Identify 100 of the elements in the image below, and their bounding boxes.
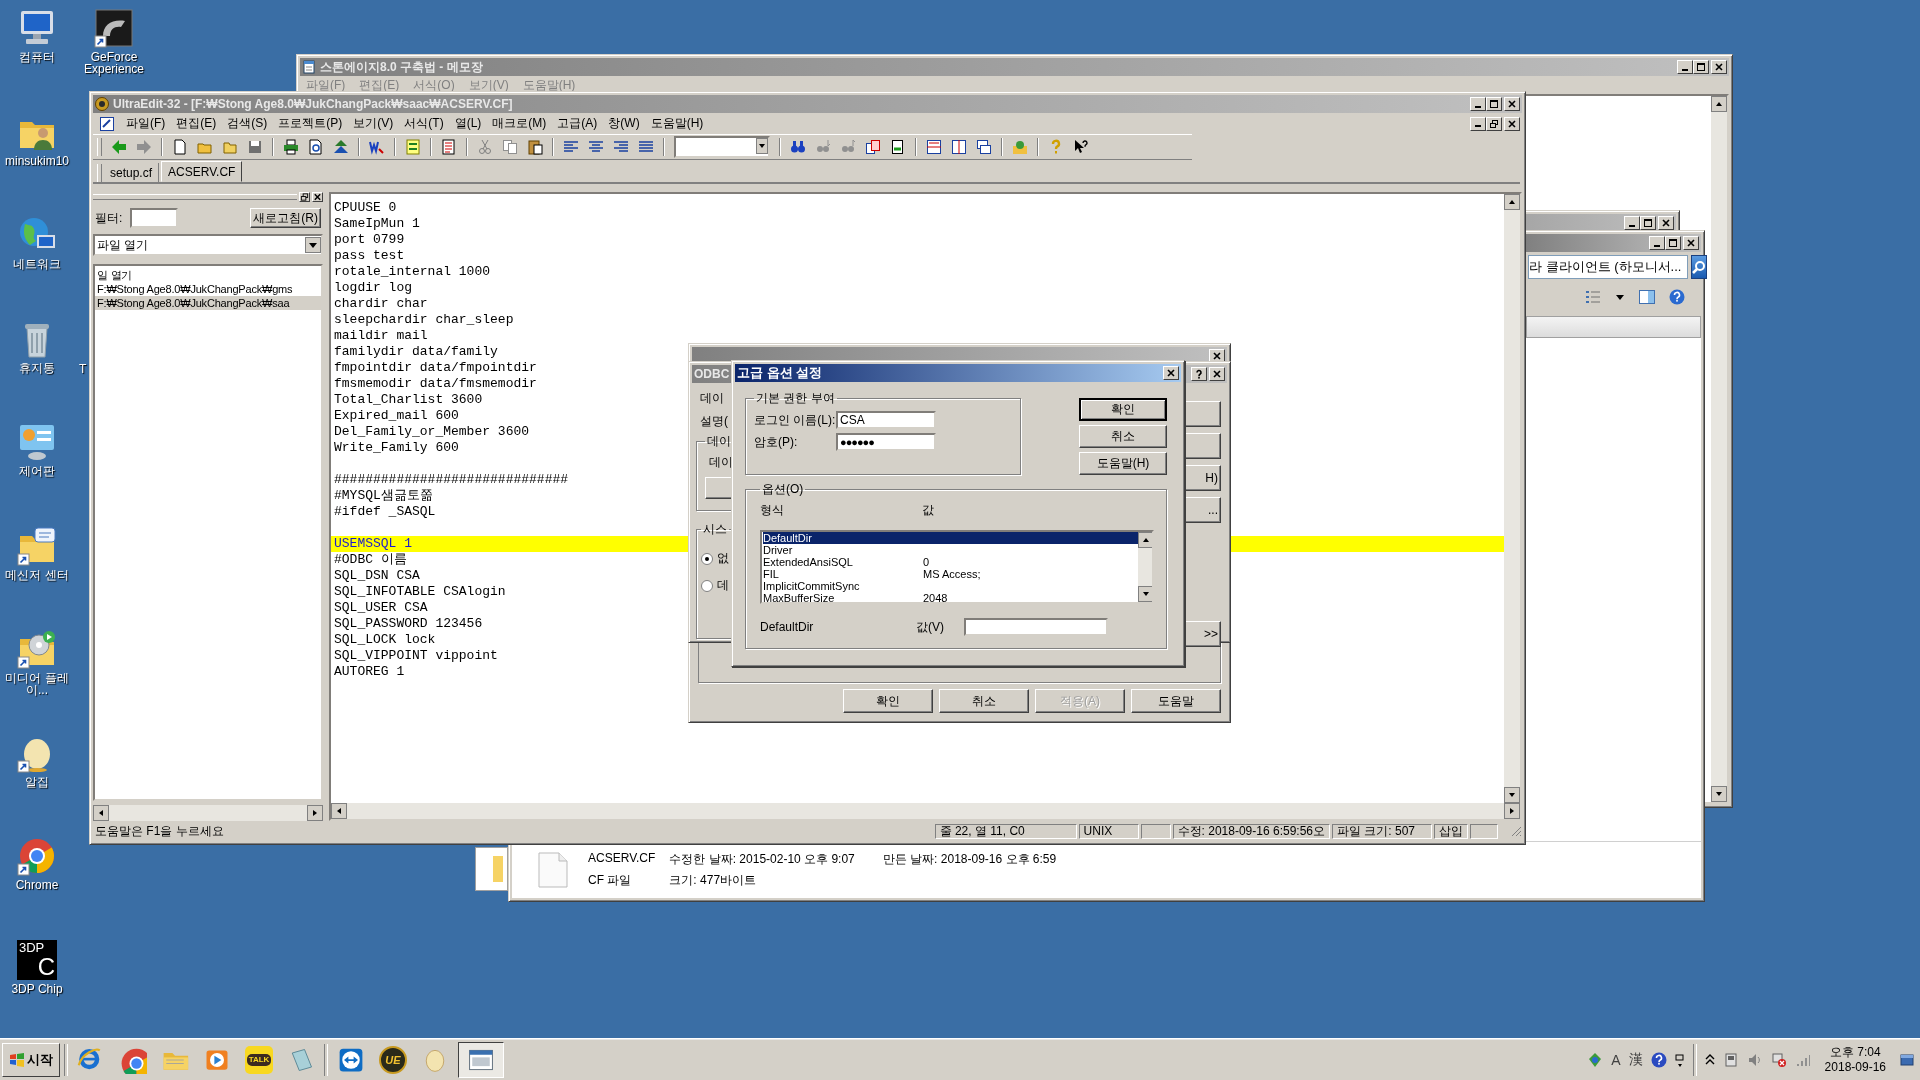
list-row[interactable]: MaxBufferSize 2048 <box>763 592 1138 602</box>
close-icon <box>1507 118 1517 129</box>
icon-label[interactable]: GeForce Experience <box>77 51 151 75</box>
logo-text: 3DP <box>19 940 46 955</box>
clock[interactable]: 오후 7:04 2018-09-16 <box>1818 1044 1892 1075</box>
option-value: MS Access; <box>923 568 981 580</box>
logo-text: UE <box>385 1053 401 1066</box>
code-line: rotale_internal 1000 <box>333 264 492 280</box>
password-field[interactable]: ●●●●●● <box>836 433 936 451</box>
minimize-icon <box>1475 105 1481 108</box>
app-icon <box>95 97 109 111</box>
minimize-button[interactable] <box>1624 216 1640 230</box>
code-line: maildir mail <box>333 328 429 344</box>
list-row[interactable]: ImplicitCommitSync <box>763 580 1138 592</box>
group-title: 기본 권한 부여 <box>755 390 836 407</box>
list-row[interactable]: ExtendedAnsiSQL 0 <box>763 556 1138 568</box>
options-list[interactable]: DefaultDir Driver ExtendedAnsiSQL 0 FIL MS Access; ImplicitCommitSync MaxBufferSize 2048 <box>760 530 1154 604</box>
code-line: Total_Charlist 3600 <box>333 392 484 408</box>
window-title: 스톤에이지8.0 구축법 - 메모장 <box>320 58 483 76</box>
help-icon[interactable] <box>1650 1051 1667 1068</box>
show-desktop-icon[interactable] <box>1900 1051 1914 1068</box>
swirl-logo-icon[interactable] <box>94 8 134 48</box>
dialog-button[interactable]: 취소 <box>1079 425 1167 448</box>
input-mode-indicator[interactable]: A <box>1611 1051 1621 1068</box>
close-icon <box>1686 238 1696 248</box>
scroll-up-icon[interactable] <box>1504 194 1520 210</box>
created-date: 만든 날짜: 2018-09-16 오후 6:59 <box>881 851 1057 868</box>
scroll-down-icon[interactable] <box>1504 787 1520 803</box>
icon-label[interactable]: 알집 <box>25 775 49 788</box>
icon-label[interactable]: 미디어 플레이... <box>0 672 74 696</box>
option-value: 0 <box>923 556 930 568</box>
icon-label[interactable]: T <box>79 362 87 375</box>
icon-label[interactable]: 휴지통 <box>19 361 55 374</box>
scrollbar[interactable] <box>1138 532 1152 602</box>
dialog-button[interactable]: 확인 <box>1079 398 1167 421</box>
close-button[interactable] <box>1163 366 1179 380</box>
icon-label[interactable]: 3DP Chip <box>11 982 63 995</box>
icon-label[interactable]: Chrome <box>15 879 59 891</box>
icon-label[interactable]: 제어판 <box>19 465 55 477</box>
code-line: fmsmemodir data/fmsmemodir <box>333 376 538 392</box>
close-button[interactable] <box>1658 216 1674 230</box>
scroll-down-icon[interactable] <box>1711 786 1727 802</box>
code-line: fmpointdir data/fmpointdir <box>333 360 538 376</box>
start-button[interactable]: 시작 <box>2 1042 60 1077</box>
clock-time: 오후 7:04 <box>1829 1044 1881 1060</box>
caret-icon[interactable] <box>756 138 768 154</box>
code-line: CPUUSE 0 <box>333 200 398 216</box>
file-type: CF 파일 <box>588 872 633 889</box>
maximize-button[interactable] <box>1640 216 1656 230</box>
caret-icon <box>305 237 321 253</box>
search-icon <box>1692 260 1707 274</box>
option-name: MaxBufferSize <box>763 592 836 602</box>
login-field[interactable]: CSA <box>836 411 936 429</box>
file-size: 크기: 477바이트 <box>669 872 758 889</box>
scroll-up-icon[interactable] <box>1138 532 1152 548</box>
field-label: 데이 <box>708 454 733 471</box>
field-label: 값(V) <box>916 618 945 636</box>
group-title: 데이 <box>706 433 732 450</box>
field-label: 데이 <box>699 390 724 407</box>
value-field[interactable] <box>964 618 1108 636</box>
device-icon[interactable] <box>1722 1051 1739 1068</box>
language-bar-icon[interactable] <box>1587 1051 1604 1068</box>
scroll-right-icon[interactable] <box>1504 803 1520 819</box>
logo-tile[interactable]: 3DP C <box>17 939 57 980</box>
dialog-button[interactable]: 도움말(H) <box>1079 452 1167 475</box>
icon-label[interactable]: 네트워크 <box>13 258 61 270</box>
scroll-up-icon[interactable] <box>1711 96 1727 112</box>
option-name: FIL <box>763 568 780 580</box>
messenger-folder-icon[interactable] <box>17 525 57 566</box>
chat-app-icon[interactable]: TALK <box>245 1045 273 1074</box>
app-logo-icon[interactable]: UE <box>379 1045 407 1074</box>
maximize-icon <box>1696 62 1706 72</box>
field-label: 설명( <box>699 413 728 430</box>
list-row[interactable]: DefaultDir <box>763 532 1138 544</box>
taskbar-button[interactable] <box>458 1041 504 1078</box>
icon-label[interactable]: 컴퓨터 <box>19 51 55 63</box>
media-folder-icon[interactable] <box>17 629 57 669</box>
group-title: 옵션(O) <box>761 481 805 498</box>
code-line: pass test <box>333 248 406 264</box>
input-mode-indicator[interactable]: 漢 <box>1628 1050 1643 1069</box>
browser-icon[interactable] <box>17 836 57 876</box>
scroll-down-icon[interactable] <box>1138 586 1152 602</box>
minimize-icon <box>1629 224 1635 227</box>
status-cell: UNIX <box>1078 823 1139 839</box>
icon-label[interactable]: 메신저 센터 <box>5 568 69 581</box>
icon-label[interactable]: minsukim10 <box>5 154 69 167</box>
column-header: 형식 <box>760 501 785 519</box>
minimize-icon <box>1654 244 1660 247</box>
options-icon[interactable] <box>1674 1051 1685 1068</box>
scroll-left-icon[interactable] <box>331 803 347 819</box>
restore-icon <box>1489 118 1499 129</box>
status-cell <box>1470 823 1498 839</box>
list-row[interactable]: FIL MS Access; <box>763 568 1138 580</box>
network-error-icon[interactable] <box>1770 1051 1787 1068</box>
option-value: 2048 <box>923 592 948 602</box>
window-title: UltraEdit-32 - [F:₩Stong Age8.0₩JukChangPack₩saac₩ACSERV.CF] <box>113 97 513 111</box>
code-line: logdir log <box>333 280 413 296</box>
status-cell: 파일 크기: 507 <box>1332 823 1432 839</box>
scrollbar[interactable] <box>1504 194 1520 803</box>
control-panel-icon[interactable] <box>17 422 57 462</box>
